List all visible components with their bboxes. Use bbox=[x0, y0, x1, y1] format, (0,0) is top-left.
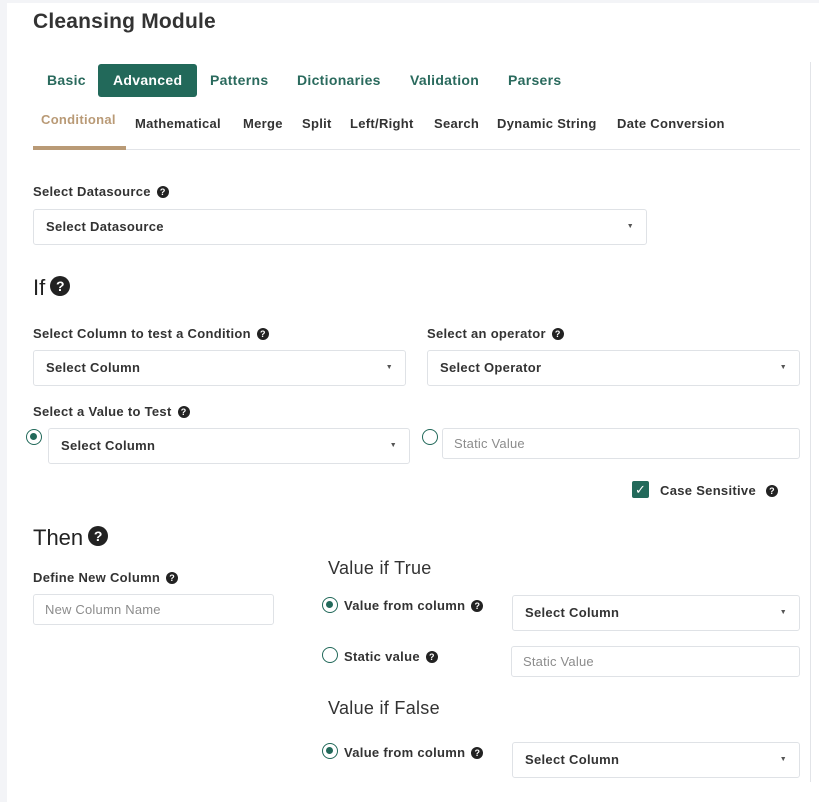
subtab-dynamic-string[interactable]: Dynamic String bbox=[497, 112, 597, 136]
test-value-label: Select a Value to Test? bbox=[33, 404, 190, 419]
test-value-static-input[interactable] bbox=[442, 428, 800, 459]
case-sensitive-label: Case Sensitive? bbox=[660, 483, 778, 498]
if-heading: If? bbox=[33, 275, 71, 301]
true-from-column-select[interactable]: Select Column ▼ bbox=[512, 595, 800, 631]
test-column-select[interactable]: Select Column ▼ bbox=[33, 350, 406, 386]
subtab-left-right[interactable]: Left/Right bbox=[350, 112, 414, 136]
true-static-label-text: Static value bbox=[344, 649, 420, 664]
test-value-label-text: Select a Value to Test bbox=[33, 404, 172, 419]
question-circle-icon[interactable]: ? bbox=[256, 327, 269, 340]
caret-down-icon: ▼ bbox=[389, 442, 397, 449]
case-sensitive-checkbox[interactable]: ✓ bbox=[632, 481, 649, 498]
tab-validation[interactable]: Validation bbox=[410, 64, 479, 97]
question-circle-icon[interactable]: ? bbox=[551, 327, 564, 340]
false-from-column-radio[interactable] bbox=[322, 743, 338, 759]
test-value-column-radio[interactable] bbox=[26, 429, 42, 445]
operator-label-text: Select an operator bbox=[427, 326, 546, 341]
subtab-date-conversion[interactable]: Date Conversion bbox=[617, 112, 725, 136]
case-sensitive-label-text: Case Sensitive bbox=[660, 483, 756, 498]
datasource-select[interactable]: Select Datasource ▼ bbox=[33, 209, 647, 245]
subtab-split[interactable]: Split bbox=[302, 112, 332, 136]
true-from-column-label: Value from column? bbox=[344, 598, 484, 613]
tab-parsers[interactable]: Parsers bbox=[508, 64, 561, 97]
true-static-radio[interactable] bbox=[322, 647, 338, 663]
question-circle-icon[interactable]: ? bbox=[765, 484, 778, 497]
caret-down-icon: ▼ bbox=[779, 609, 787, 616]
subtab-divider bbox=[33, 149, 800, 150]
subtab-merge[interactable]: Merge bbox=[243, 112, 283, 136]
test-value-column-select-value: Select Column bbox=[61, 438, 156, 453]
tab-patterns[interactable]: Patterns bbox=[210, 64, 268, 97]
subtab-mathematical[interactable]: Mathematical bbox=[135, 112, 221, 136]
then-heading-text: Then bbox=[33, 525, 84, 550]
test-column-label-text: Select Column to test a Condition bbox=[33, 326, 251, 341]
false-from-column-select[interactable]: Select Column ▼ bbox=[512, 742, 800, 778]
question-circle-icon[interactable]: ? bbox=[166, 571, 179, 584]
question-circle-icon[interactable]: ? bbox=[425, 650, 438, 663]
new-column-label: Define New Column? bbox=[33, 570, 179, 585]
active-subtab-indicator bbox=[33, 146, 126, 150]
tab-advanced[interactable]: Advanced bbox=[98, 64, 198, 97]
panel-divider bbox=[810, 62, 811, 782]
test-column-select-value: Select Column bbox=[46, 360, 141, 375]
false-from-column-select-value: Select Column bbox=[525, 752, 620, 767]
question-circle-icon[interactable]: ? bbox=[471, 599, 484, 612]
then-heading: Then? bbox=[33, 525, 109, 551]
datasource-select-value: Select Datasource bbox=[46, 219, 164, 234]
caret-down-icon: ▼ bbox=[779, 364, 787, 371]
true-static-label: Static value? bbox=[344, 649, 438, 664]
question-circle-icon[interactable]: ? bbox=[88, 526, 109, 547]
datasource-label-text: Select Datasource bbox=[33, 184, 151, 199]
subtab-search[interactable]: Search bbox=[434, 112, 479, 136]
operator-select-value: Select Operator bbox=[440, 360, 542, 375]
subtab-conditional[interactable]: Conditional bbox=[41, 108, 116, 132]
question-circle-icon[interactable]: ? bbox=[50, 276, 71, 297]
tab-dictionaries[interactable]: Dictionaries bbox=[297, 64, 381, 97]
true-from-column-radio[interactable] bbox=[322, 597, 338, 613]
test-value-column-select[interactable]: Select Column ▼ bbox=[48, 428, 410, 464]
test-column-label: Select Column to test a Condition? bbox=[33, 326, 269, 341]
false-from-column-label: Value from column? bbox=[344, 745, 484, 760]
false-from-column-label-text: Value from column bbox=[344, 745, 466, 760]
value-if-false-heading: Value if False bbox=[328, 698, 440, 718]
caret-down-icon: ▼ bbox=[385, 364, 393, 371]
page-title: Cleansing Module bbox=[33, 10, 216, 33]
question-circle-icon[interactable]: ? bbox=[156, 185, 169, 198]
tab-basic[interactable]: Basic bbox=[47, 64, 86, 97]
caret-down-icon: ▼ bbox=[626, 223, 634, 230]
caret-down-icon: ▼ bbox=[779, 756, 787, 763]
value-if-true-heading: Value if True bbox=[328, 558, 432, 578]
test-value-static-radio[interactable] bbox=[422, 429, 438, 445]
true-from-column-label-text: Value from column bbox=[344, 598, 466, 613]
question-circle-icon[interactable]: ? bbox=[177, 405, 190, 418]
new-column-label-text: Define New Column bbox=[33, 570, 161, 585]
new-column-input[interactable] bbox=[33, 594, 274, 625]
true-from-column-select-value: Select Column bbox=[525, 605, 620, 620]
datasource-label: Select Datasource? bbox=[33, 184, 169, 199]
true-static-input[interactable] bbox=[511, 646, 800, 677]
question-circle-icon[interactable]: ? bbox=[471, 746, 484, 759]
if-heading-text: If bbox=[33, 275, 46, 300]
operator-label: Select an operator? bbox=[427, 326, 564, 341]
operator-select[interactable]: Select Operator ▼ bbox=[427, 350, 800, 386]
